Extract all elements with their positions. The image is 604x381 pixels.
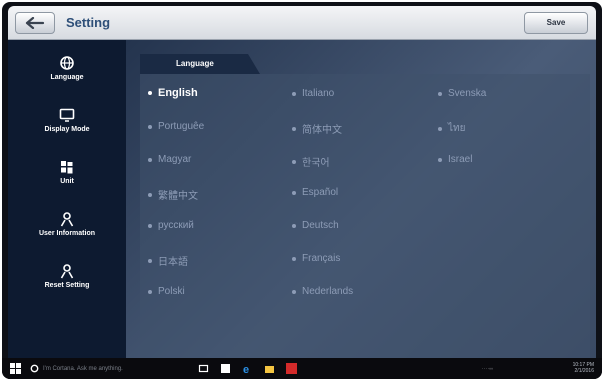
- language-option[interactable]: русский: [148, 220, 194, 231]
- sidebar-item-label: Reset Setting: [44, 282, 90, 289]
- language-option[interactable]: Deutsch: [292, 220, 339, 231]
- sidebar-item-label: Display Mode: [44, 126, 90, 133]
- radio-dot-icon: [148, 192, 152, 197]
- language-option-english[interactable]: English: [148, 87, 198, 99]
- language-label: 繁體中文: [158, 191, 198, 202]
- radio-dot-icon: [148, 258, 152, 263]
- radio-dot-icon: [438, 126, 442, 131]
- language-label: русский: [158, 220, 194, 231]
- language-panel: English Portuguêe Magyar 繁體中文 русский 日本…: [140, 74, 590, 358]
- save-button[interactable]: Save: [524, 12, 588, 34]
- language-label: 简体中文: [302, 125, 342, 136]
- language-label: Nederlands: [302, 286, 354, 297]
- language-label: Français: [302, 253, 341, 264]
- radio-dot-icon: [148, 289, 152, 294]
- language-option[interactable]: ไทย: [438, 121, 465, 136]
- language-option[interactable]: 繁體中文: [148, 187, 198, 202]
- language-label: Magyar: [158, 154, 192, 165]
- back-arrow-icon: [25, 17, 45, 29]
- windows-start-icon[interactable]: [10, 363, 21, 374]
- radio-dot-icon: [292, 289, 296, 294]
- sidebar-item-label: User Information: [38, 230, 95, 237]
- sidebar-item-unit[interactable]: Unit: [8, 158, 126, 204]
- unit-icon: [61, 161, 73, 174]
- reset-user-icon: [60, 264, 74, 279]
- radio-dot-icon: [148, 157, 152, 162]
- language-option[interactable]: Nederlands: [292, 286, 353, 297]
- radio-dot-icon: [438, 157, 442, 162]
- sidebar-item-label: Language: [50, 74, 84, 81]
- language-label: Polski: [158, 286, 185, 297]
- store-icon[interactable]: [220, 363, 231, 374]
- language-label: ไทย: [448, 123, 466, 134]
- back-button[interactable]: [15, 12, 55, 34]
- clock[interactable]: 10:17 PM 2/1/2016: [573, 362, 594, 374]
- radio-dot-icon: [148, 91, 152, 95]
- language-label: Portuguêe: [158, 121, 205, 132]
- language-option[interactable]: 日本語: [148, 253, 188, 268]
- sidebar-item-display-mode[interactable]: Display Mode: [8, 106, 126, 152]
- cortana-search-box[interactable]: I'm Cortana. Ask me anything.: [30, 360, 182, 377]
- radio-dot-icon: [438, 91, 442, 96]
- radio-dot-icon: [292, 91, 296, 96]
- language-label: Svenska: [448, 88, 487, 99]
- user-icon: [60, 212, 74, 227]
- language-option[interactable]: Svenska: [438, 88, 486, 99]
- radio-dot-icon: [148, 223, 152, 228]
- language-label: 日本語: [158, 257, 188, 268]
- tab-language[interactable]: Language: [140, 54, 260, 74]
- radio-dot-icon: [292, 159, 296, 164]
- language-label: Español: [302, 187, 339, 198]
- globe-icon: [60, 56, 74, 70]
- sidebar-item-user-information[interactable]: User Information: [8, 210, 126, 256]
- cortana-icon: [30, 364, 39, 373]
- page-title: Setting: [66, 15, 111, 30]
- task-view-icon[interactable]: [198, 363, 209, 374]
- svg-text:e: e: [243, 364, 249, 374]
- monitor-icon: [59, 108, 75, 122]
- radio-dot-icon: [292, 126, 296, 131]
- radio-dot-icon: [292, 223, 296, 228]
- language-option[interactable]: Portuguêe: [148, 121, 204, 132]
- language-label: English: [158, 87, 198, 99]
- language-label: Israel: [448, 154, 473, 165]
- language-option[interactable]: Magyar: [148, 154, 191, 165]
- search-placeholder: I'm Cortana. Ask me anything.: [43, 365, 123, 372]
- sidebar-item-label: Unit: [60, 178, 74, 185]
- edge-browser-icon[interactable]: e: [242, 363, 253, 374]
- language-option[interactable]: Español: [292, 187, 338, 198]
- language-option[interactable]: Français: [292, 253, 340, 264]
- sidebar-item-language[interactable]: Language: [8, 54, 126, 100]
- title-bar: Setting Save: [8, 6, 596, 40]
- sidebar: Language Display Mode Unit User Informat…: [8, 40, 126, 358]
- radio-dot-icon: [292, 190, 296, 195]
- app-icon[interactable]: [286, 363, 297, 374]
- language-label: Italiano: [302, 88, 335, 99]
- content-area: Language English Portuguêe Magyar 繁體中文 р…: [126, 40, 596, 358]
- language-option[interactable]: 한국어: [292, 154, 330, 169]
- language-option[interactable]: Israel: [438, 154, 472, 165]
- language-option[interactable]: 简体中文: [292, 121, 342, 136]
- taskbar: I'm Cortana. Ask me anything. e 10:17 PM…: [2, 358, 602, 379]
- language-option[interactable]: Polski: [148, 286, 185, 297]
- system-tray-icons[interactable]: [482, 363, 493, 374]
- radio-dot-icon: [292, 256, 296, 261]
- language-label: 한국어: [302, 158, 330, 169]
- sidebar-item-reset-setting[interactable]: Reset Setting: [8, 262, 126, 308]
- device-screen: Setting Save Language Display Mode Unit …: [2, 2, 602, 379]
- language-label: Deutsch: [302, 220, 339, 231]
- clock-date: 2/1/2016: [574, 368, 594, 374]
- file-explorer-icon[interactable]: [264, 363, 275, 374]
- radio-dot-icon: [148, 124, 152, 129]
- language-option[interactable]: Italiano: [292, 88, 334, 99]
